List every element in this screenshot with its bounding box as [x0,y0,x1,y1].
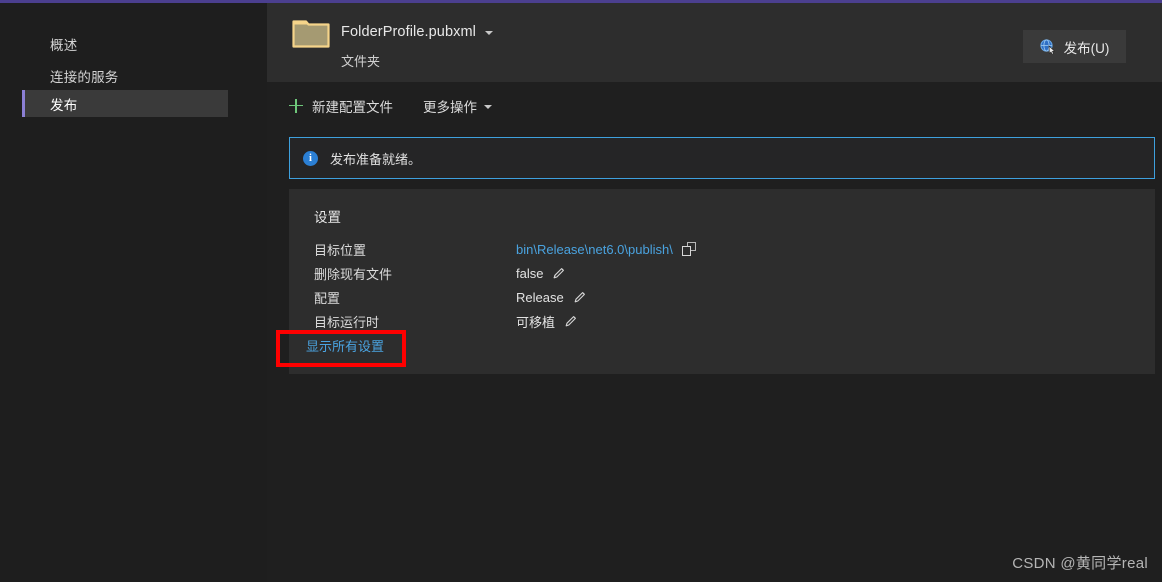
profile-subtitle: 文件夹 [341,54,381,69]
table-row: 配置 Release [314,285,914,309]
profile-name-row[interactable]: FolderProfile.pubxml [341,24,493,40]
profile-name: FolderProfile.pubxml [341,24,476,40]
show-all-settings-wrap: 显示所有设置 [298,333,392,358]
setting-value-group: false [516,266,566,281]
setting-label: 目标运行时 [314,314,380,330]
setting-value-group: Release [516,290,587,305]
pencil-icon[interactable] [564,314,578,328]
more-actions-button[interactable]: 更多操作 [423,96,492,116]
sidebar-item-label: 连接的服务 [50,69,119,85]
profile-header: FolderProfile.pubxml 文件夹 发布(U) [267,3,1162,82]
watermark: CSDN @黄同学real [1012,555,1148,572]
setting-value-group: 可移植 [516,312,578,331]
publish-globe-icon [1040,39,1055,54]
more-actions-label: 更多操作 [423,99,477,115]
sidebar-item-publish[interactable]: 发布 [22,90,228,117]
copy-icon[interactable] [681,242,696,256]
sidebar-item-overview[interactable]: 概述 [22,30,228,57]
folder-icon [292,20,330,48]
new-profile-label: 新建配置文件 [312,99,393,115]
sidebar-item-connected-services[interactable]: 连接的服务 [22,62,228,89]
table-row: 目标位置 bin\Release\net6.0\publish\ [314,237,914,261]
configuration-value: Release [516,289,564,305]
settings-row-list: 目标位置 bin\Release\net6.0\publish\ 删除现有文件 … [314,237,914,333]
plus-icon [289,98,303,113]
target-runtime-value: 可移植 [516,314,556,330]
pencil-icon[interactable] [573,290,587,304]
setting-label: 目标位置 [314,242,367,258]
profile-toolbar: 新建配置文件 更多操作 [267,82,1162,129]
table-row: 删除现有文件 false [314,261,914,285]
sidebar: 概述 连接的服务 发布 [0,3,267,582]
setting-value-group: bin\Release\net6.0\publish\ [516,242,696,257]
setting-label: 配置 [314,290,341,306]
copy-icon-front [681,246,691,256]
publish-button-label: 发布(U) [1063,40,1110,56]
show-all-settings-link[interactable]: 显示所有设置 [298,333,392,358]
new-profile-button[interactable]: 新建配置文件 [289,96,393,116]
settings-card: 设置 目标位置 bin\Release\net6.0\publish\ 删除现有… [289,189,1155,374]
table-row: 目标运行时 可移植 [314,309,914,333]
main-content: FolderProfile.pubxml 文件夹 发布(U) 新建配置文件 更多… [267,3,1162,582]
sidebar-item-label: 发布 [50,97,78,113]
setting-label: 删除现有文件 [314,266,393,282]
chevron-down-icon[interactable] [484,31,493,35]
publish-button[interactable]: 发布(U) [1023,30,1126,63]
info-icon: i [303,150,318,166]
sidebar-item-label: 概述 [50,37,78,53]
target-location-value[interactable]: bin\Release\net6.0\publish\ [516,242,673,257]
status-banner: i 发布准备就绪。 [289,137,1155,179]
status-banner-message: 发布准备就绪。 [330,151,422,167]
publish-profile-window: 概述 连接的服务 发布 FolderProfile.pubxml 文件夹 发布(… [0,0,1162,582]
settings-title: 设置 [314,210,341,225]
pencil-icon[interactable] [552,266,566,280]
delete-existing-files-value: false [516,265,544,281]
chevron-down-icon [484,104,492,109]
